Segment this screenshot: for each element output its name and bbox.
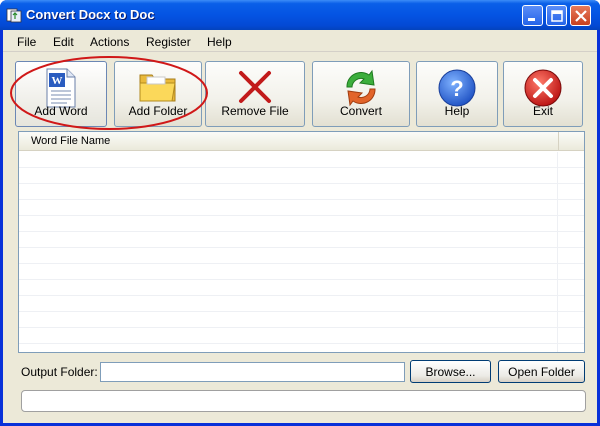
list-row	[19, 264, 584, 280]
list-row	[19, 200, 584, 216]
column-header-word-file-name[interactable]: Word File Name	[19, 132, 559, 151]
list-row	[19, 248, 584, 264]
close-icon	[575, 10, 587, 22]
column-divider	[557, 152, 558, 352]
add-word-label: Add Word	[34, 104, 88, 118]
word-file-list[interactable]: Word File Name	[18, 131, 585, 353]
svg-text:W: W	[52, 75, 63, 87]
maximize-button[interactable]	[546, 5, 567, 26]
remove-file-button[interactable]: Remove File	[205, 61, 305, 127]
menu-register[interactable]: Register	[146, 35, 191, 49]
close-button[interactable]	[570, 5, 591, 26]
minimize-button[interactable]	[522, 5, 543, 26]
menu-edit[interactable]: Edit	[53, 35, 74, 49]
app-window: Convert Docx to Doc File Edit Actions Re…	[0, 0, 600, 426]
exit-icon	[524, 69, 562, 107]
exit-button[interactable]: Exit	[503, 61, 583, 127]
menu-file[interactable]: File	[17, 35, 36, 49]
list-header: Word File Name	[19, 132, 584, 151]
list-row	[19, 312, 584, 328]
menu-actions[interactable]: Actions	[90, 35, 129, 49]
remove-file-label: Remove File	[221, 104, 289, 118]
help-button[interactable]: ? Help	[416, 61, 498, 127]
title-bar[interactable]: Convert Docx to Doc	[0, 0, 600, 30]
browse-button[interactable]: Browse...	[410, 360, 491, 383]
list-row	[19, 280, 584, 296]
help-label: Help	[444, 104, 470, 118]
exit-label: Exit	[532, 104, 553, 118]
output-folder-label: Output Folder:	[21, 365, 98, 379]
list-row	[19, 152, 584, 168]
convert-arrows-icon	[346, 69, 376, 107]
list-row	[19, 184, 584, 200]
list-row	[19, 328, 584, 344]
menu-help[interactable]: Help	[207, 35, 232, 49]
open-folder-button[interactable]: Open Folder	[498, 360, 585, 383]
status-bar	[21, 390, 586, 412]
word-document-icon: W	[46, 68, 76, 108]
app-icon	[6, 8, 22, 23]
convert-button[interactable]: Convert	[312, 61, 410, 127]
list-rows	[19, 152, 584, 352]
list-row	[19, 168, 584, 184]
svg-text:?: ?	[450, 76, 463, 101]
toolbar: W Add Word Add Folder Remove File Conver…	[3, 52, 597, 132]
add-word-button[interactable]: W Add Word	[15, 61, 107, 127]
output-folder-input[interactable]	[100, 362, 405, 382]
list-row	[19, 216, 584, 232]
window-title: Convert Docx to Doc	[26, 7, 155, 22]
list-row	[19, 232, 584, 248]
folder-icon	[139, 74, 176, 102]
menu-bar: File Edit Actions Register Help	[3, 30, 597, 52]
add-folder-label: Add Folder	[128, 104, 188, 118]
list-row	[19, 296, 584, 312]
add-folder-button[interactable]: Add Folder	[114, 61, 202, 127]
maximize-icon	[551, 10, 563, 22]
help-icon: ?	[438, 69, 476, 107]
red-x-icon	[239, 71, 271, 103]
convert-label: Convert	[339, 104, 383, 118]
minimize-icon	[528, 18, 535, 21]
